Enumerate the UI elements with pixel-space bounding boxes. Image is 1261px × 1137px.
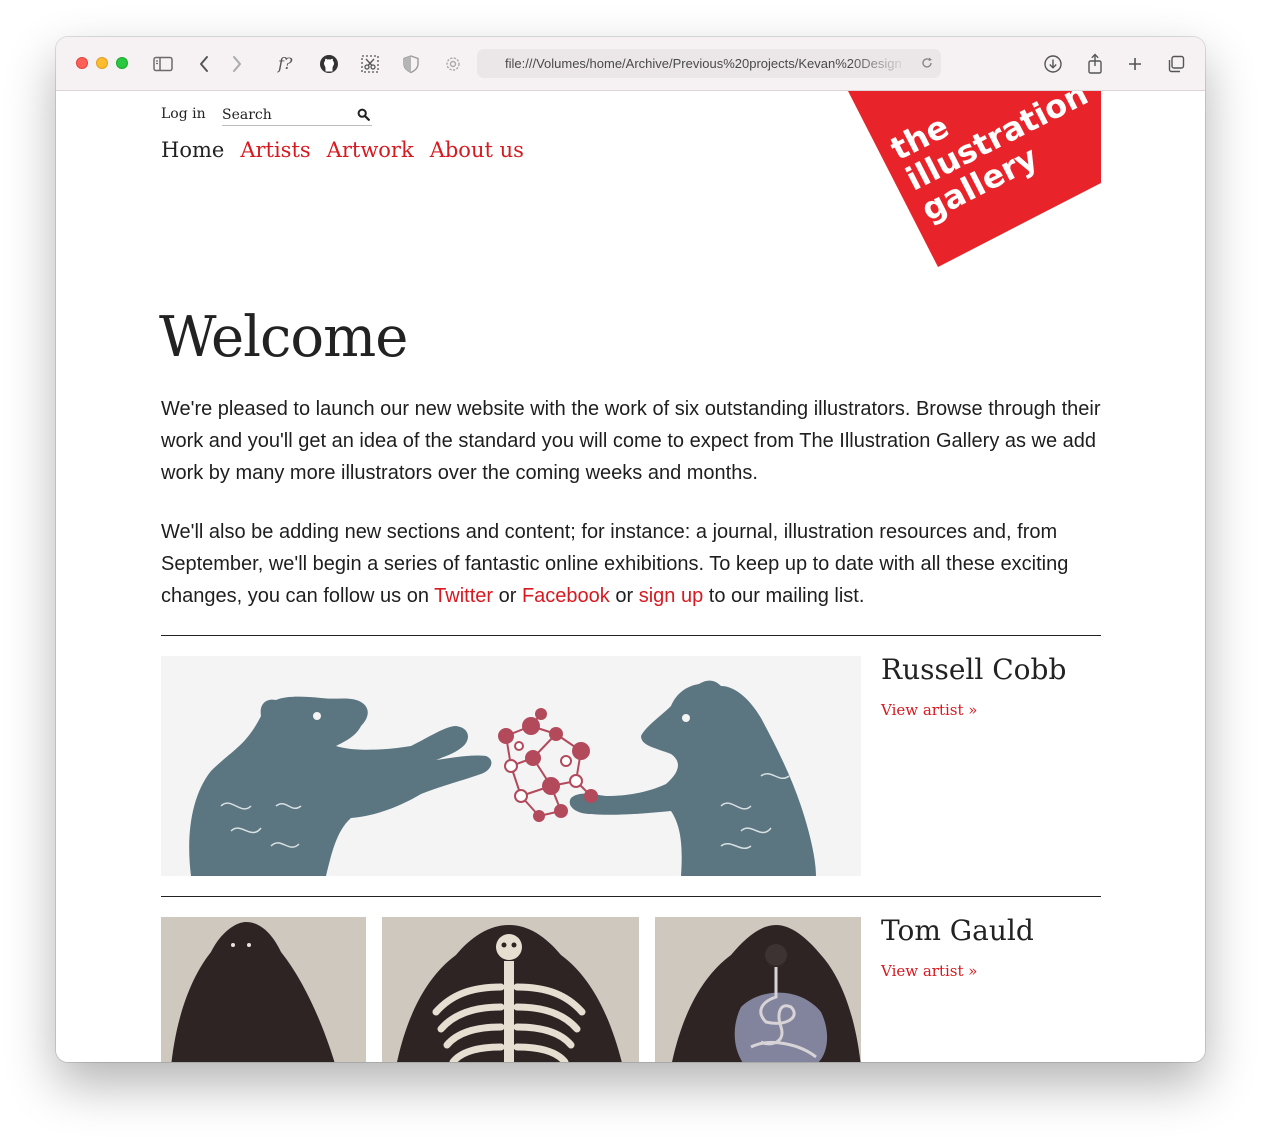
gear-icon[interactable]	[441, 52, 465, 76]
divider	[161, 896, 1101, 897]
zoom-window-button[interactable]	[116, 57, 128, 69]
twitter-link[interactable]: Twitter	[434, 585, 493, 607]
svg-text:f?: f?	[277, 54, 293, 73]
url-fade	[849, 52, 909, 75]
web-page: Log in Home Artists Artwork About us the…	[56, 91, 1205, 1062]
facebook-link[interactable]: Facebook	[522, 585, 610, 607]
screenshot-icon[interactable]	[358, 52, 382, 76]
tabs-icon[interactable]	[1164, 52, 1188, 76]
nav-artists[interactable]: Artists	[240, 138, 310, 162]
github-icon[interactable]	[317, 52, 341, 76]
divider	[161, 635, 1101, 636]
updates-text-end: to our mailing list.	[703, 585, 865, 607]
font-icon[interactable]: f?	[276, 52, 300, 76]
nav-home[interactable]: Home	[161, 138, 224, 162]
intro-paragraph: We're pleased to launch our new website …	[161, 398, 1101, 484]
updates-paragraph: We'll also be adding new sections and co…	[161, 516, 1121, 612]
search-icon[interactable]	[357, 108, 370, 126]
or-text: or	[493, 585, 522, 607]
search-box	[222, 105, 372, 126]
nav-artwork[interactable]: Artwork	[327, 138, 414, 162]
view-artist-russell-cobb-link[interactable]: View artist »	[881, 701, 977, 719]
search-input[interactable]	[222, 105, 347, 125]
new-tab-icon[interactable]	[1123, 52, 1147, 76]
login-link[interactable]: Log in	[161, 106, 206, 122]
artist-name-tom-gauld[interactable]: Tom Gauld	[881, 914, 1034, 947]
address-bar[interactable]: file:///Volumes/home/Archive/Previous%20…	[477, 49, 941, 78]
view-artist-tom-gauld-link[interactable]: View artist »	[881, 962, 977, 980]
browser-toolbar: f? file:///Volumes/home/Archive/Previous…	[56, 37, 1205, 91]
forward-icon[interactable]	[225, 52, 249, 76]
reload-icon[interactable]	[920, 56, 934, 75]
artist-name-russell-cobb[interactable]: Russell Cobb	[881, 653, 1066, 686]
minimize-window-button[interactable]	[96, 57, 108, 69]
download-icon[interactable]	[1041, 52, 1065, 76]
or-text: or	[609, 585, 639, 607]
main-nav: Home Artists Artwork About us	[161, 138, 524, 162]
url-text[interactable]: file:///Volumes/home/Archive/Previous%20…	[505, 56, 905, 72]
illustration-gallery-logo[interactable]: the illustration gallery	[846, 91, 1102, 267]
signup-link[interactable]: sign up	[639, 585, 704, 607]
tom-gauld-artwork[interactable]	[161, 917, 861, 1062]
share-icon[interactable]	[1083, 52, 1107, 76]
russell-cobb-artwork[interactable]	[161, 656, 861, 876]
back-icon[interactable]	[192, 52, 216, 76]
browser-window: f? file:///Volumes/home/Archive/Previous…	[56, 37, 1205, 1062]
close-window-button[interactable]	[76, 57, 88, 69]
sidebar-icon[interactable]	[151, 52, 175, 76]
page-title: Welcome	[159, 305, 408, 370]
shield-icon[interactable]	[399, 52, 423, 76]
nav-about-us[interactable]: About us	[430, 138, 524, 162]
